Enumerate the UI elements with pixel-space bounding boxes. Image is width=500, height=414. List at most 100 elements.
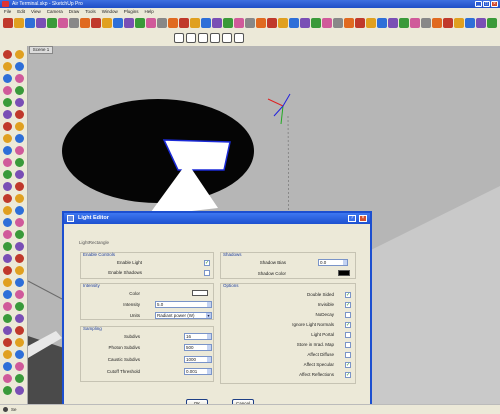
menu-window[interactable]: Window (102, 8, 118, 15)
toolbar-tool-icon[interactable] (399, 18, 409, 28)
palette-tool-icon[interactable] (15, 350, 24, 359)
option-checkbox[interactable]: ✓ (345, 362, 351, 368)
palette-tool-icon[interactable] (15, 326, 24, 335)
caustic-subdivs-spinner[interactable] (207, 357, 211, 362)
toolbar-tool-icon[interactable] (333, 18, 343, 28)
toolbar-tool-icon[interactable] (113, 18, 123, 28)
toolbar-tool-icon[interactable] (256, 18, 266, 28)
toolbar-tool-icon[interactable] (476, 18, 486, 28)
menu-camera[interactable]: Camera (47, 8, 63, 15)
toolbar-tool-icon[interactable] (25, 18, 35, 28)
scene-tab[interactable]: Scene 1 (29, 46, 53, 54)
toolbar-tool-icon[interactable] (212, 18, 222, 28)
toolbar-tool-icon[interactable] (146, 18, 156, 28)
toolbar-tool-icon[interactable] (432, 18, 442, 28)
palette-tool-icon[interactable] (3, 290, 12, 299)
palette-tool-icon[interactable] (3, 134, 12, 143)
toolbar-tool-icon[interactable] (36, 18, 46, 28)
shadow-bias-input[interactable]: 0.0 (318, 259, 348, 266)
menu-view[interactable]: View (31, 8, 41, 15)
palette-tool-icon[interactable] (15, 170, 24, 179)
menu-edit[interactable]: Edit (17, 8, 25, 15)
palette-tool-icon[interactable] (15, 218, 24, 227)
palette-tool-icon[interactable] (15, 266, 24, 275)
toolbar-tool-icon[interactable] (388, 18, 398, 28)
view-camera-icon[interactable] (186, 33, 196, 43)
palette-tool-icon[interactable] (3, 326, 12, 335)
palette-tool-icon[interactable] (3, 230, 12, 239)
toolbar-tool-icon[interactable] (157, 18, 167, 28)
toolbar-tool-icon[interactable] (234, 18, 244, 28)
palette-tool-icon[interactable] (15, 314, 24, 323)
toolbar-tool-icon[interactable] (58, 18, 68, 28)
palette-tool-icon[interactable] (15, 50, 24, 59)
palette-tool-icon[interactable] (3, 386, 12, 395)
photon-subdivs-input[interactable]: 500 (184, 344, 212, 351)
view-camera-icon[interactable] (174, 33, 184, 43)
toolbar-tool-icon[interactable] (267, 18, 277, 28)
toolbar-tool-icon[interactable] (377, 18, 387, 28)
toolbar-tool-icon[interactable] (487, 18, 497, 28)
palette-tool-icon[interactable] (3, 218, 12, 227)
palette-tool-icon[interactable] (15, 242, 24, 251)
palette-tool-icon[interactable] (3, 206, 12, 215)
shadow-color-swatch[interactable] (338, 270, 350, 276)
toolbar-tool-icon[interactable] (300, 18, 310, 28)
option-checkbox[interactable]: ✓ (345, 292, 351, 298)
toolbar-tool-icon[interactable] (91, 18, 101, 28)
intensity-spinner[interactable] (207, 302, 211, 307)
palette-tool-icon[interactable] (3, 194, 12, 203)
palette-tool-icon[interactable] (15, 362, 24, 371)
palette-tool-icon[interactable] (15, 158, 24, 167)
minimize-button[interactable]: _ (475, 1, 482, 7)
palette-tool-icon[interactable] (15, 302, 24, 311)
toolbar-tool-icon[interactable] (410, 18, 420, 28)
palette-tool-icon[interactable] (15, 182, 24, 191)
cutoff-threshold-input[interactable]: 0.001 (184, 368, 212, 375)
menu-plugins[interactable]: Plugins (124, 8, 139, 15)
menu-draw[interactable]: Draw (69, 8, 80, 15)
photon-subdivs-spinner[interactable] (207, 345, 211, 350)
toolbar-tool-icon[interactable] (47, 18, 57, 28)
toolbar-tool-icon[interactable] (245, 18, 255, 28)
view-camera-icon[interactable] (222, 33, 232, 43)
palette-tool-icon[interactable] (3, 362, 12, 371)
help-button[interactable]: ? (348, 215, 356, 222)
toolbar-tool-icon[interactable] (69, 18, 79, 28)
view-camera-icon[interactable] (198, 33, 208, 43)
toolbar-tool-icon[interactable] (465, 18, 475, 28)
toolbar-tool-icon[interactable] (14, 18, 24, 28)
toolbar-tool-icon[interactable] (124, 18, 134, 28)
enable-shadows-checkbox[interactable] (204, 270, 210, 276)
toolbar-tool-icon[interactable] (223, 18, 233, 28)
toolbar-tool-icon[interactable] (102, 18, 112, 28)
palette-tool-icon[interactable] (3, 266, 12, 275)
toolbar-tool-icon[interactable] (289, 18, 299, 28)
option-checkbox[interactable]: ✓ (345, 302, 351, 308)
toolbar-tool-icon[interactable] (190, 18, 200, 28)
palette-tool-icon[interactable] (3, 350, 12, 359)
palette-tool-icon[interactable] (15, 254, 24, 263)
subdivs-spinner[interactable] (207, 334, 211, 339)
palette-tool-icon[interactable] (3, 74, 12, 83)
palette-tool-icon[interactable] (15, 62, 24, 71)
toolbar-tool-icon[interactable] (179, 18, 189, 28)
toolbar-tool-icon[interactable] (443, 18, 453, 28)
palette-tool-icon[interactable] (3, 170, 12, 179)
enable-light-checkbox[interactable]: ✓ (204, 260, 210, 266)
palette-tool-icon[interactable] (3, 110, 12, 119)
palette-tool-icon[interactable] (15, 206, 24, 215)
palette-tool-icon[interactable] (15, 134, 24, 143)
palette-tool-icon[interactable] (15, 338, 24, 347)
palette-tool-icon[interactable] (3, 278, 12, 287)
toolbar-tool-icon[interactable] (168, 18, 178, 28)
units-dropdown[interactable]: Radiant power (W) ▾ (155, 312, 212, 319)
palette-tool-icon[interactable] (3, 242, 12, 251)
toolbar-tool-icon[interactable] (366, 18, 376, 28)
caustic-subdivs-input[interactable]: 1000 (184, 356, 212, 363)
palette-tool-icon[interactable] (15, 122, 24, 131)
palette-tool-icon[interactable] (3, 302, 12, 311)
palette-tool-icon[interactable] (3, 314, 12, 323)
palette-tool-icon[interactable] (15, 146, 24, 155)
toolbar-tool-icon[interactable] (3, 18, 13, 28)
